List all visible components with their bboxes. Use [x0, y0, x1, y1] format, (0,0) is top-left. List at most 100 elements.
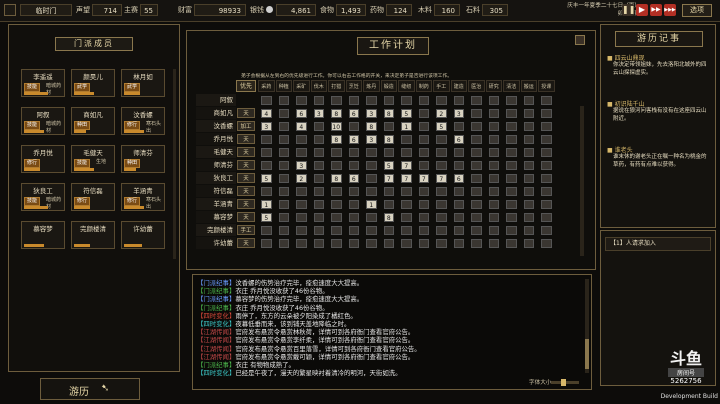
work-cell[interactable]	[348, 213, 359, 222]
work-cell[interactable]: 2	[436, 109, 447, 118]
work-cell[interactable]	[506, 135, 517, 144]
work-cell[interactable]	[401, 135, 412, 144]
work-cell[interactable]	[348, 187, 359, 196]
work-cell[interactable]	[331, 239, 342, 248]
priority-header[interactable]: 优先	[236, 80, 256, 92]
work-cell[interactable]: 5	[401, 109, 412, 118]
work-cell[interactable]: 5	[383, 161, 394, 170]
work-priority-toggle[interactable]: 加工	[237, 121, 255, 131]
work-priority-toggle[interactable]: 天	[237, 199, 255, 209]
work-cell[interactable]: 6	[348, 109, 359, 118]
work-cell[interactable]	[296, 213, 307, 222]
member-card[interactable]: 汶香螺 修行 寒石头出	[121, 107, 165, 135]
work-cell[interactable]	[436, 161, 447, 170]
work-priority-toggle[interactable]: 天	[237, 212, 255, 222]
work-cell[interactable]	[506, 109, 517, 118]
member-card[interactable]: 颜昊儿 武学	[71, 69, 115, 97]
work-cell[interactable]	[541, 174, 552, 183]
work-cell[interactable]: 1	[366, 200, 377, 209]
journal-entry-title[interactable]: ■ 初识陆千山	[607, 99, 711, 108]
work-cell[interactable]	[506, 187, 517, 196]
work-column-header[interactable]: 炼丹	[363, 80, 380, 92]
work-cell[interactable]	[418, 148, 429, 157]
work-cell[interactable]: 8	[331, 109, 342, 118]
work-cell[interactable]: 5	[261, 213, 272, 222]
work-cell[interactable]	[471, 174, 482, 183]
work-cell[interactable]	[418, 239, 429, 248]
work-priority-toggle[interactable]: 天	[237, 134, 255, 144]
work-cell[interactable]: 4	[296, 122, 307, 131]
work-cell[interactable]	[278, 122, 289, 131]
work-cell[interactable]	[331, 200, 342, 209]
work-priority-toggle[interactable]: 天	[237, 238, 255, 248]
member-card[interactable]: 林月如 武学	[121, 69, 165, 97]
member-card[interactable]: 商如凡 种田	[71, 107, 115, 135]
work-cell[interactable]	[541, 187, 552, 196]
work-priority-toggle[interactable]: 天	[237, 160, 255, 170]
work-cell[interactable]: 2	[296, 174, 307, 183]
work-cell[interactable]	[401, 239, 412, 248]
speed-1-icon[interactable]: ▶	[636, 4, 648, 16]
work-cell[interactable]	[348, 226, 359, 235]
work-cell[interactable]	[418, 96, 429, 105]
work-cell[interactable]	[523, 174, 534, 183]
work-cell[interactable]	[453, 226, 464, 235]
work-cell[interactable]	[488, 187, 499, 196]
work-cell[interactable]	[453, 213, 464, 222]
work-cell[interactable]	[278, 226, 289, 235]
work-cell[interactable]	[278, 239, 289, 248]
work-cell[interactable]	[541, 226, 552, 235]
work-cell[interactable]	[348, 148, 359, 157]
work-cell[interactable]	[471, 109, 482, 118]
work-cell[interactable]	[331, 96, 342, 105]
work-cell[interactable]	[401, 226, 412, 235]
work-cell[interactable]	[383, 187, 394, 196]
work-column-header[interactable]: 医治	[468, 80, 485, 92]
work-cell[interactable]	[471, 148, 482, 157]
pause-icon[interactable]: ❚❚	[622, 4, 635, 16]
work-column-header[interactable]: 伐木	[310, 80, 327, 92]
work-cell[interactable]	[506, 122, 517, 131]
work-cell[interactable]: 7	[401, 174, 412, 183]
work-cell[interactable]	[366, 187, 377, 196]
work-column-header[interactable]: 打猎	[328, 80, 345, 92]
work-cell[interactable]	[506, 213, 517, 222]
work-cell[interactable]	[278, 200, 289, 209]
work-column-header[interactable]: 授课	[538, 80, 555, 92]
work-cell[interactable]	[278, 135, 289, 144]
work-cell[interactable]	[278, 96, 289, 105]
work-cell[interactable]	[506, 96, 517, 105]
work-cell[interactable]	[488, 122, 499, 131]
work-cell[interactable]: 7	[418, 174, 429, 183]
work-cell[interactable]: 3	[366, 135, 377, 144]
work-cell[interactable]	[453, 96, 464, 105]
calendar-box[interactable]: 临时门	[20, 4, 72, 16]
work-cell[interactable]	[313, 122, 324, 131]
work-cell[interactable]	[418, 109, 429, 118]
work-cell[interactable]	[541, 148, 552, 157]
work-cell[interactable]	[313, 161, 324, 170]
work-cell[interactable]	[366, 174, 377, 183]
member-card[interactable]: 慕容梦	[21, 221, 65, 249]
journal-entry-title[interactable]: ■ 四云山鼎现	[607, 53, 711, 62]
work-cell[interactable]: 6	[348, 174, 359, 183]
work-cell[interactable]	[471, 135, 482, 144]
work-cell[interactable]	[296, 239, 307, 248]
work-cell[interactable]	[401, 148, 412, 157]
work-grid-scrollbar[interactable]	[580, 106, 584, 256]
member-card[interactable]: 完颜楼清	[71, 221, 115, 249]
work-cell[interactable]	[401, 213, 412, 222]
work-cell[interactable]	[541, 135, 552, 144]
work-cell[interactable]	[471, 239, 482, 248]
work-cell[interactable]: 10	[331, 122, 342, 131]
work-priority-toggle[interactable]: 天	[237, 147, 255, 157]
work-cell[interactable]: 3	[313, 109, 324, 118]
work-priority-toggle[interactable]: 天	[237, 186, 255, 196]
member-card[interactable]: 狄良工 技能 暗城药材	[21, 183, 65, 211]
work-cell[interactable]	[488, 148, 499, 157]
work-cell[interactable]	[523, 239, 534, 248]
work-cell[interactable]	[313, 213, 324, 222]
work-cell[interactable]: 6	[453, 174, 464, 183]
work-cell[interactable]	[313, 200, 324, 209]
work-cell[interactable]	[523, 96, 534, 105]
